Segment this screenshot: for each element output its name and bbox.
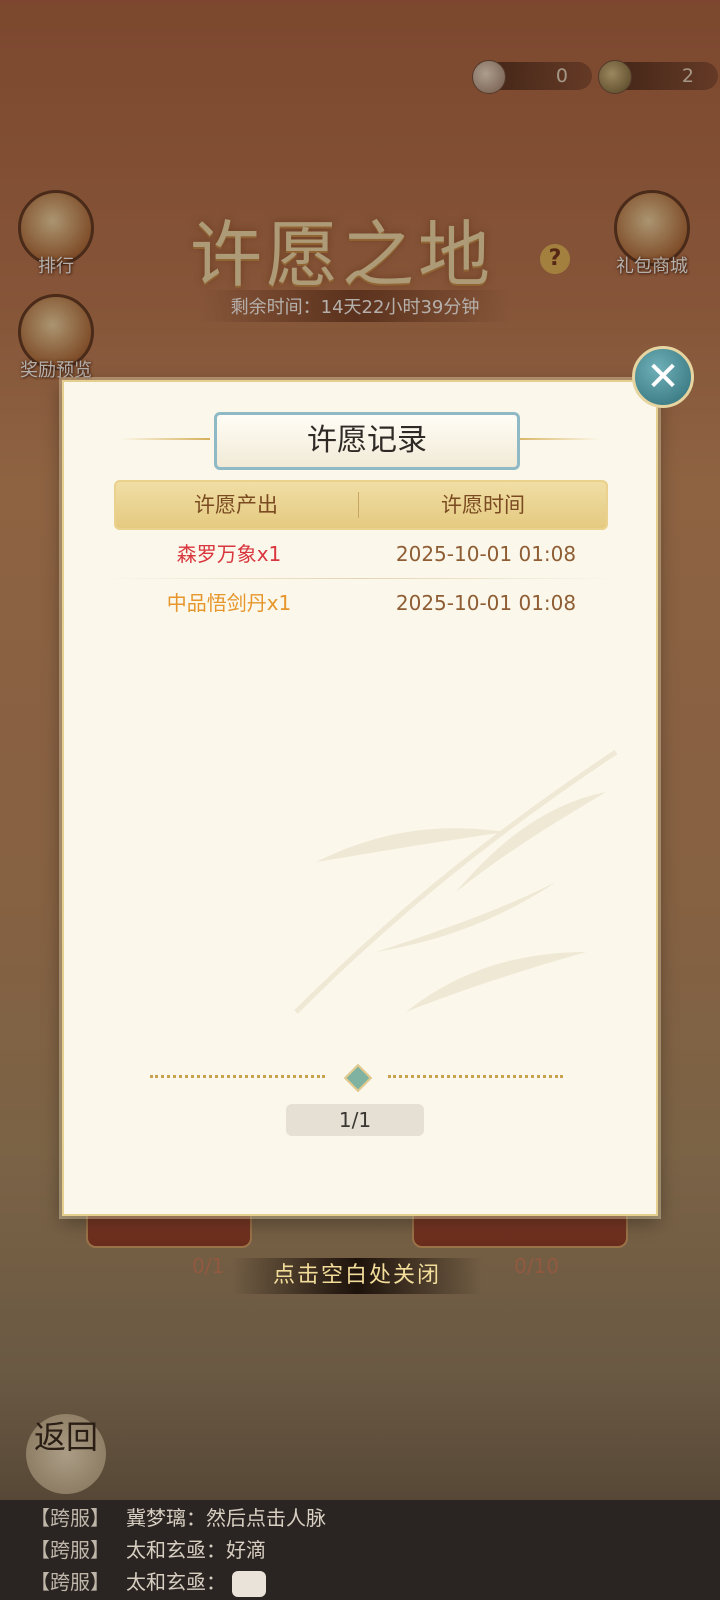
pager-ornament-left [150,1075,325,1080]
column-header-time: 许愿时间 [441,493,525,517]
row-item: 森罗万象x1 [176,542,282,566]
chat-message: 【跨服】 太和玄亟： [30,1566,266,1598]
row-time: 2025-10-01 01:08 [395,591,577,615]
table-header: 许愿产出 许愿时间 [114,480,608,530]
bamboo-watermark-icon [294,749,618,1014]
chat-panel[interactable]: 【跨服】 冀梦璃：然后点击人脉 【跨服】 太和玄亟：好滴 【跨服】 太和玄亟： [0,1500,720,1600]
chat-text: 太和玄亟：好滴 [126,1538,266,1562]
chat-channel-tag: 【跨服】 [30,1538,110,1562]
table-row: 森罗万象x1 2025-10-01 01:08 [104,530,618,578]
chat-message: 【跨服】 冀梦璃：然后点击人脉 [30,1502,326,1534]
column-header-output: 许愿产出 [194,493,278,517]
pager-ornament-diamond-icon [343,1063,373,1093]
chat-emoji-icon [232,1570,266,1597]
chat-text: 太和玄亟： [126,1570,226,1594]
dialog-title: 许愿记录 [307,423,427,458]
chat-channel-tag: 【跨服】 [30,1570,110,1594]
wish-record-dialog: 许愿记录 许愿产出 许愿时间 森罗万象x1 2025-10-01 01:08 中… [62,380,658,1216]
title-ornament-right [510,438,600,440]
pager-ornament-right [388,1075,563,1080]
dialog-title-plaque: 许愿记录 [214,412,520,470]
chat-text: 冀梦璃：然后点击人脉 [126,1506,326,1530]
title-ornament-left [120,438,210,440]
close-icon[interactable]: ✕ [632,346,694,408]
tap-to-close-hint: 点击空白处关闭 [232,1258,482,1294]
chat-channel-tag: 【跨服】 [30,1506,110,1530]
page-indicator: 1/1 [286,1104,424,1136]
chat-message: 【跨服】 太和玄亟：好滴 [30,1534,266,1566]
row-item: 中品悟剑丹x1 [166,591,292,615]
tap-to-close-label: 点击空白处关闭 [272,1263,441,1288]
table-row: 中品悟剑丹x1 2025-10-01 01:08 [104,579,618,627]
row-time: 2025-10-01 01:08 [395,542,577,566]
